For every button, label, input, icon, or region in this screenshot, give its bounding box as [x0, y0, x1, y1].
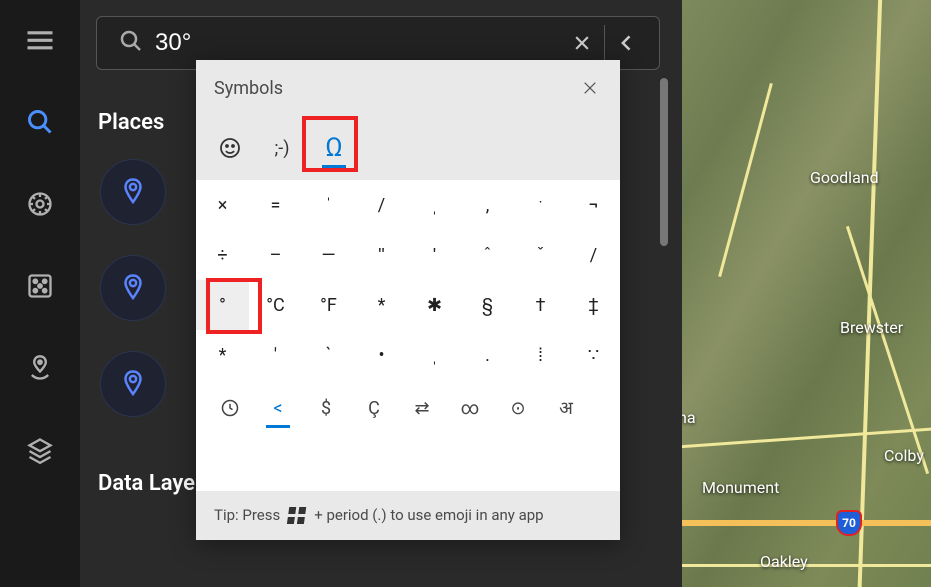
symbol-cell[interactable]: *: [196, 330, 249, 380]
city-na: na: [682, 408, 696, 427]
tip-suffix: + period (.) to use emoji in any app: [314, 505, 543, 526]
popup-scrollbar-track[interactable]: [660, 78, 668, 458]
symbol-cell[interactable]: —: [302, 230, 355, 280]
search-nav-icon[interactable]: [20, 102, 60, 142]
symbol-cell[interactable]: ˈ: [302, 180, 355, 230]
pin-stack-icon[interactable]: [20, 348, 60, 388]
highway-shield: 70: [836, 510, 862, 536]
city-monument: Monument: [702, 478, 779, 497]
symbol-cell[interactable]: =: [249, 180, 302, 230]
symbol-cell[interactable]: –: [249, 230, 302, 280]
symbol-cell[interactable]: ˑ: [514, 180, 567, 230]
symbol-cell[interactable]: ✱: [408, 280, 461, 330]
map-road: [718, 83, 773, 277]
symbol-cell[interactable]: ˇ: [514, 230, 567, 280]
symbol-cell[interactable]: •: [355, 330, 408, 380]
symbol-cell[interactable]: †: [514, 280, 567, 330]
symbol-cell[interactable]: ′: [249, 330, 302, 380]
symbol-cell[interactable]: ÷: [196, 230, 249, 280]
symbol-category-row: < $ Ç ⇄ ∞ ⊙ अ: [196, 380, 620, 436]
symbol-cell[interactable]: °F: [302, 280, 355, 330]
place-pin[interactable]: [100, 159, 166, 225]
city-brewster: Brewster: [840, 318, 903, 337]
collapse-button[interactable]: [605, 21, 649, 65]
popup-header: Symbols: [196, 60, 620, 116]
menu-button[interactable]: [20, 20, 60, 60]
tab-kaomoji[interactable]: ;-): [258, 124, 306, 172]
category-punctuation[interactable]: <: [254, 388, 302, 428]
symbol-grid-wrap: × = ˈ / ˌ , ˑ ¬ ÷ – — ʺ ʹ ˆ ˇ / ° °C °F …: [196, 180, 620, 491]
symbol-cell[interactable]: ⁞: [514, 330, 567, 380]
layers-icon[interactable]: [20, 430, 60, 470]
popup-scrollbar-thumb[interactable]: [660, 78, 668, 246]
tip-prefix: Tip: Press: [214, 505, 280, 526]
symbol-cell[interactable]: ˆ: [461, 230, 514, 280]
symbol-cell[interactable]: §: [461, 280, 514, 330]
city-oakley: Oakley: [760, 552, 808, 571]
map-canvas[interactable]: Goodland Brewster na Monument Colby Oakl…: [682, 0, 931, 587]
symbol-cell[interactable]: ‡: [567, 280, 620, 330]
symbol-cell[interactable]: ʹ: [408, 230, 461, 280]
category-recent[interactable]: [206, 388, 254, 428]
tip-bar: Tip: Press + period (.) to use emoji in …: [196, 491, 620, 540]
symbol-cell[interactable]: /: [567, 230, 620, 280]
close-button[interactable]: [578, 76, 602, 100]
category-arrows[interactable]: ⇄: [398, 388, 446, 428]
symbol-cell[interactable]: /: [355, 180, 408, 230]
place-pin[interactable]: [100, 255, 166, 321]
search-icon: [107, 29, 155, 57]
symbol-cell[interactable]: ˌ: [408, 330, 461, 380]
symbol-cell[interactable]: ¬: [567, 180, 620, 230]
category-language[interactable]: अ: [542, 388, 590, 428]
symbols-popup: Symbols ;-) Ω × = ˈ / ˌ , ˑ ¬ ÷ – — ʺ ʹ …: [196, 60, 620, 540]
category-geometric[interactable]: ⊙: [494, 388, 542, 428]
symbol-cell[interactable]: `: [302, 330, 355, 380]
symbol-cell[interactable]: ,: [461, 180, 514, 230]
symbol-cell[interactable]: *: [355, 280, 408, 330]
symbol-cell[interactable]: ʺ: [355, 230, 408, 280]
symbol-cell[interactable]: .: [461, 330, 514, 380]
symbol-grid: × = ˈ / ˌ , ˑ ¬ ÷ – — ʺ ʹ ˆ ˇ / ° °C °F …: [196, 180, 620, 380]
symbol-cell[interactable]: ×: [196, 180, 249, 230]
symbol-cell[interactable]: ˌ: [408, 180, 461, 230]
tab-symbols[interactable]: Ω: [310, 124, 358, 172]
left-rail: [0, 0, 80, 587]
category-latin[interactable]: Ç: [350, 388, 398, 428]
category-math[interactable]: ∞: [446, 388, 494, 428]
map-road: [846, 226, 929, 474]
symbol-cell[interactable]: °C: [249, 280, 302, 330]
symbol-cell[interactable]: ∵: [567, 330, 620, 380]
popup-title: Symbols: [214, 78, 283, 99]
popup-tabs: ;-) Ω: [196, 116, 620, 180]
symbol-cell[interactable]: °: [196, 280, 249, 330]
clear-button[interactable]: [560, 21, 604, 65]
city-goodland: Goodland: [810, 168, 879, 187]
wheel-icon[interactable]: [20, 184, 60, 224]
search-input[interactable]: [155, 29, 560, 57]
windows-key-icon: [288, 507, 306, 525]
dice-icon[interactable]: [20, 266, 60, 306]
city-colby: Colby: [884, 446, 924, 465]
category-currency[interactable]: $: [302, 388, 350, 428]
place-pin[interactable]: [100, 351, 166, 417]
map-road: [682, 520, 931, 526]
tab-emoji[interactable]: [206, 124, 254, 172]
